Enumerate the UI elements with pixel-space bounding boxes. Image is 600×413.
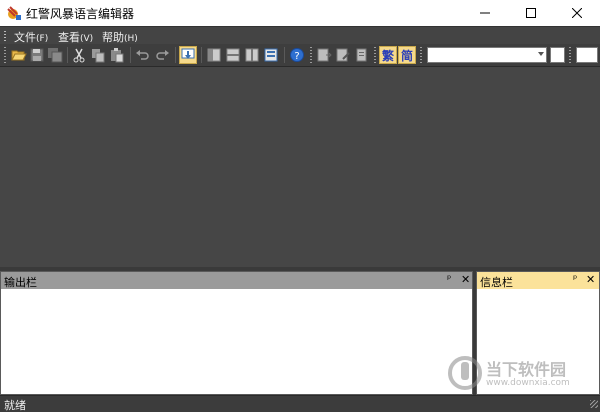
toolbar-grip[interactable]: [310, 47, 312, 63]
close-button[interactable]: [554, 0, 600, 26]
toolbar-input-right[interactable]: [576, 47, 598, 63]
cut-icon[interactable]: [71, 47, 87, 63]
simplified-chinese-icon: 简: [400, 48, 413, 63]
watermark-logo: 当下软件园 www.downxia.com: [448, 354, 588, 396]
menu-view-accel: (V): [80, 34, 94, 44]
view-split-icon[interactable]: [225, 47, 241, 63]
menu-view-label: 查看: [58, 31, 80, 44]
traditional-chinese-button[interactable]: 繁: [379, 46, 397, 64]
open-folder-icon[interactable]: [11, 47, 27, 63]
title-bar: 红警风暴语言编辑器: [0, 0, 600, 26]
toolbar-combo[interactable]: [427, 47, 547, 63]
info-panel-header: 信息栏 ᵖ ✕: [477, 272, 599, 289]
export-icon[interactable]: [316, 47, 332, 63]
undo-icon[interactable]: [135, 47, 151, 63]
edit-icon[interactable]: [335, 47, 351, 63]
menu-file[interactable]: 文件(F): [14, 29, 48, 45]
save-all-icon[interactable]: [47, 47, 63, 63]
view-tree-icon[interactable]: [263, 47, 279, 63]
output-panel-title: 输出栏: [4, 276, 37, 289]
toolbar: ? 繁 简: [0, 44, 600, 67]
menu-file-label: 文件: [14, 31, 36, 44]
import-icon[interactable]: [179, 46, 197, 64]
print-icon[interactable]: [354, 47, 370, 63]
menu-file-accel: (F): [36, 34, 49, 44]
maximize-icon: [526, 8, 536, 18]
output-panel: 输出栏 ᵖ ✕: [0, 271, 473, 395]
menu-view[interactable]: 查看(V): [58, 29, 93, 45]
paste-icon[interactable]: [109, 47, 125, 63]
toolbar-separator: [284, 47, 285, 63]
info-panel-title: 信息栏: [480, 276, 513, 289]
simplified-chinese-button[interactable]: 简: [398, 46, 416, 64]
traditional-chinese-icon: 繁: [381, 48, 394, 63]
toolbar-grip[interactable]: [569, 47, 571, 63]
redo-icon[interactable]: [154, 47, 170, 63]
menu-help[interactable]: 帮助(H): [102, 29, 138, 45]
toolbar-separator: [201, 47, 202, 63]
copy-icon[interactable]: [90, 47, 106, 63]
view-columns-icon[interactable]: [244, 47, 260, 63]
close-icon: [572, 8, 582, 18]
editor-workspace[interactable]: [0, 67, 600, 267]
menubar-grip[interactable]: [4, 31, 6, 41]
output-panel-header: 输出栏 ᵖ ✕: [1, 272, 472, 289]
maximize-button[interactable]: [508, 0, 554, 26]
status-bar: 就绪: [0, 395, 600, 412]
window-title: 红警风暴语言编辑器: [26, 7, 135, 21]
toolbar-grip[interactable]: [4, 47, 6, 63]
close-icon[interactable]: ✕: [461, 273, 470, 286]
menu-help-label: 帮助: [102, 31, 124, 44]
minimize-icon: [480, 12, 490, 14]
save-icon[interactable]: [29, 47, 45, 63]
toolbar-separator: [130, 47, 131, 63]
pin-icon[interactable]: ᵖ: [573, 274, 577, 285]
svg-text:?: ?: [294, 51, 299, 62]
toolbar-input-small[interactable]: [550, 47, 565, 63]
menu-help-accel: (H): [124, 34, 138, 44]
pin-icon[interactable]: ᵖ: [447, 274, 451, 285]
toolbar-grip[interactable]: [374, 47, 376, 63]
watermark-icon: [448, 356, 482, 390]
view-left-icon[interactable]: [206, 47, 222, 63]
app-logo-icon: [7, 6, 21, 20]
watermark-brand: 当下软件园: [486, 360, 567, 379]
chevron-down-icon[interactable]: [538, 52, 544, 56]
watermark-url: www.downxia.com: [486, 378, 570, 388]
menu-bar: 文件(F) 查看(V) 帮助(H): [0, 26, 600, 45]
close-icon[interactable]: ✕: [586, 273, 595, 286]
resize-grip-icon[interactable]: [590, 400, 598, 408]
help-icon[interactable]: ?: [289, 47, 305, 63]
minimize-button[interactable]: [462, 0, 508, 26]
toolbar-separator: [67, 47, 68, 63]
toolbar-grip[interactable]: [420, 47, 422, 63]
toolbar-separator: [175, 47, 176, 63]
